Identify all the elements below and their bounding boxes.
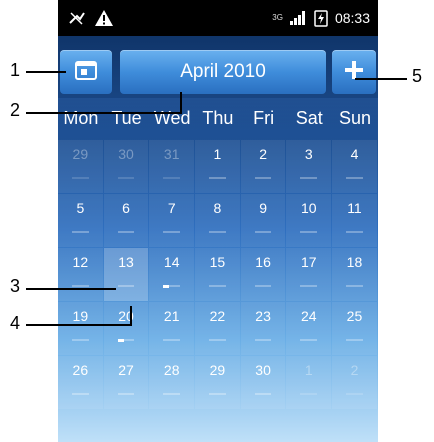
status-bar: 3G 08:33 (58, 0, 378, 36)
clock: 08:33 (334, 10, 370, 26)
week-row: 5 6 7 8 9 10 11 (58, 194, 378, 248)
day-cell[interactable]: 1 (195, 140, 240, 193)
callout-4: 4 (10, 313, 21, 333)
battery-charging-icon (313, 9, 329, 27)
day-cell[interactable]: 19 (58, 302, 103, 355)
event-indicator (163, 285, 170, 288)
day-cell[interactable]: 22 (195, 302, 240, 355)
day-cell[interactable]: 2 (332, 356, 377, 409)
day-cell[interactable]: 3 (286, 140, 332, 193)
day-cell[interactable]: 15 (195, 248, 240, 301)
day-cell[interactable]: 30 (240, 356, 286, 409)
leader-line-5 (355, 78, 407, 80)
leader-line-3 (26, 288, 116, 290)
day-cell[interactable]: 18 (332, 248, 377, 301)
add-event-button[interactable] (332, 50, 376, 94)
day-cell[interactable]: 5 (58, 194, 103, 247)
day-cell[interactable]: 24 (286, 302, 332, 355)
weekday-label: Sat (295, 108, 323, 128)
day-cell[interactable]: 23 (240, 302, 286, 355)
day-cell[interactable]: 26 (58, 356, 103, 409)
callout-5: 5 (412, 66, 423, 86)
month-grid: 29 30 31 1 2 3 4 5 6 7 8 9 10 11 12 13 1… (58, 140, 378, 410)
day-cell[interactable]: 21 (149, 302, 195, 355)
callout-2: 2 (10, 100, 21, 120)
leader-line-2 (26, 112, 180, 114)
day-cell[interactable]: 25 (332, 302, 377, 355)
leader-line-4 (26, 324, 130, 326)
network-type: 3G (272, 13, 283, 22)
signal-icon (289, 10, 307, 26)
day-cell[interactable]: 1 (286, 356, 332, 409)
day-cell[interactable]: 30 (103, 140, 149, 193)
day-cell[interactable]: 29 (195, 356, 240, 409)
day-cell[interactable]: 27 (103, 356, 149, 409)
week-row: 26 27 28 29 30 1 2 (58, 356, 378, 410)
leader-line-2-vertical (180, 92, 182, 114)
day-cell[interactable]: 2 (240, 140, 286, 193)
day-cell[interactable]: 6 (103, 194, 149, 247)
day-cell[interactable]: 12 (58, 248, 103, 301)
day-cell[interactable]: 11 (332, 194, 377, 247)
plus-icon (344, 60, 364, 85)
today-button[interactable] (60, 50, 112, 94)
week-row: 19 20 21 22 23 24 25 (58, 302, 378, 356)
warning-icon (94, 9, 114, 27)
day-cell[interactable]: 10 (286, 194, 332, 247)
day-cell[interactable]: 17 (286, 248, 332, 301)
day-cell[interactable]: 20 (103, 302, 149, 355)
day-cell[interactable]: 28 (149, 356, 195, 409)
weekday-label: Mon (63, 108, 99, 128)
weekday-label: Fri (253, 108, 275, 128)
day-cell[interactable]: 31 (149, 140, 195, 193)
day-cell[interactable]: 9 (240, 194, 286, 247)
day-cell[interactable]: 4 (332, 140, 377, 193)
event-indicator (117, 339, 124, 342)
calendar-today-icon (74, 59, 98, 86)
weekday-label: Thu (202, 108, 234, 128)
weekday-label: Wed (153, 108, 191, 128)
calendar-header: April 2010 (58, 44, 378, 94)
leader-line-1 (26, 71, 66, 73)
month-selector-button[interactable]: April 2010 (120, 50, 326, 94)
day-cell[interactable]: 29 (58, 140, 103, 193)
leader-line-4-vertical (130, 306, 132, 326)
day-cell[interactable]: 8 (195, 194, 240, 247)
weekday-label: Sun (338, 108, 371, 128)
week-row: 29 30 31 1 2 3 4 (58, 140, 378, 194)
day-cell[interactable]: 14 (149, 248, 195, 301)
day-cell[interactable]: 16 (240, 248, 286, 301)
calendar-screen: 3G 08:33 April 2010 Mon Tue Wed Thu Fri (58, 0, 378, 442)
weekday-header: Mon Tue Wed Thu Fri Sat Sun (58, 98, 378, 138)
day-cell[interactable]: 7 (149, 194, 195, 247)
callout-1: 1 (10, 60, 21, 80)
weekday-label: Tue (111, 108, 142, 128)
week-row: 12 13 14 15 16 17 18 (58, 248, 378, 302)
callout-3: 3 (10, 276, 21, 296)
day-cell-today[interactable]: 13 (103, 248, 149, 301)
missed-call-icon (68, 10, 86, 26)
